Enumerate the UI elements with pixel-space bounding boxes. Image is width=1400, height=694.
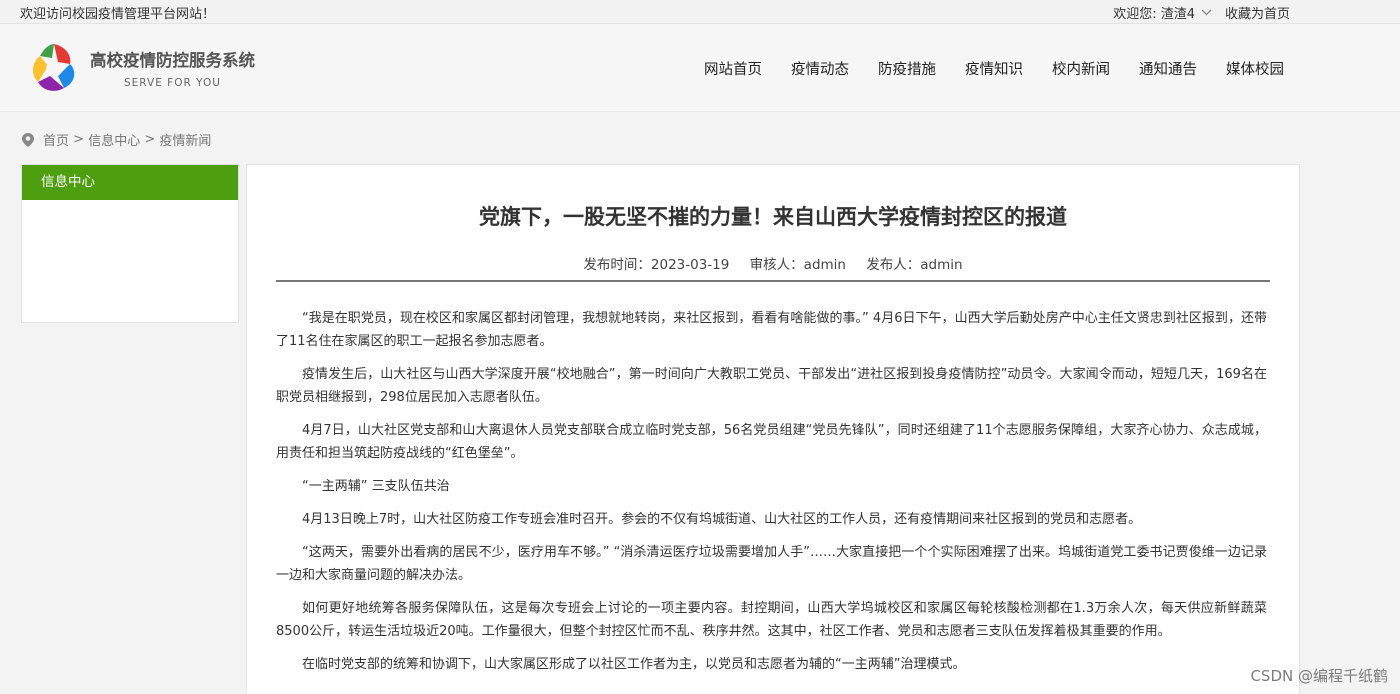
article-paragraph: “一主两辅” 三支队伍共治 (302, 479, 450, 494)
watermark: CSDN @编程千纸鹤 (1250, 667, 1388, 685)
nav-notices[interactable]: 通知通告 (1139, 58, 1197, 79)
article-paragraph: 4月13日晚上7时，山大社区防疫工作专班会准时召开。参会的不仅有坞城街道、山大社… (302, 512, 1142, 527)
breadcrumb: 首页 > 信息中心 > 疫情新闻 (22, 130, 211, 149)
article-meta: 发布时间：2023-03-19 审核人：admin 发布人：admin (247, 253, 1299, 273)
article-paragraph: 疫情发生后，山大社区与山西大学深度开展“校地融合”，第一时间向广大教职工党员、干… (276, 367, 1267, 405)
nav-media[interactable]: 媒体校园 (1226, 58, 1284, 79)
reviewer: 审核人：admin (749, 257, 846, 273)
chevron-down-icon[interactable] (1201, 6, 1215, 19)
site-subtitle: SERVE FOR YOU (124, 77, 221, 89)
welcome-text: 欢迎访问校园疫情管理平台网站！ (20, 7, 216, 22)
location-pin-icon (22, 132, 34, 147)
title-divider (276, 280, 1270, 282)
article-body: “我是在职党员，现在校区和家属区都封闭管理，我想就地转岗，来社区报到，看看有啥能… (247, 307, 1299, 676)
article-paragraph: “我是在职党员，现在校区和家属区都封闭管理，我想就地转岗，来社区报到，看看有啥能… (276, 311, 1267, 349)
top-bar: 欢迎访问校园疫情管理平台网站！ 欢迎您: 渣渣4 收藏为首页 (0, 0, 1400, 24)
set-homepage-link[interactable]: 收藏为首页 (1225, 3, 1290, 22)
publisher: 发布人：admin (866, 257, 963, 273)
logo-icon (32, 44, 75, 91)
site-title: 高校疫情防控服务系统 (90, 51, 255, 70)
nav-epidemic-news[interactable]: 疫情动态 (791, 58, 849, 79)
nav-campus-news[interactable]: 校内新闻 (1052, 58, 1110, 79)
user-menu[interactable]: 欢迎您: 渣渣4 (1113, 3, 1195, 22)
sidebar-heading[interactable]: 信息中心 (22, 165, 238, 200)
nav-home[interactable]: 网站首页 (704, 58, 762, 79)
article-paragraph: 如何更好地统筹各服务保障队伍，这是每次专班会上讨论的一项主要内容。封控期间，山西… (276, 601, 1267, 639)
article-panel: 党旗下，一股无坚不摧的力量！来自山西大学疫情封控区的报道 发布时间：2023-0… (246, 164, 1300, 694)
article-title: 党旗下，一股无坚不摧的力量！来自山西大学疫情封控区的报道 (479, 205, 1067, 229)
sidebar: 信息中心 (21, 164, 239, 323)
site-header: 高校疫情防控服务系统 SERVE FOR YOU 网站首页 疫情动态 防疫措施 … (0, 24, 1400, 112)
article-paragraph: 在临时党支部的统筹和协调下，山大家属区形成了以社区工作者为主，以党员和志愿者为辅… (302, 657, 966, 672)
nav-prevention[interactable]: 防疫措施 (878, 58, 936, 79)
top-bar-right: 欢迎您: 渣渣4 收藏为首页 (1113, 3, 1290, 22)
breadcrumb-separator: > (140, 132, 160, 147)
article-paragraph: “这两天，需要外出看病的居民不少，医疗用车不够。” “消杀清运医疗垃圾需要增加人… (276, 545, 1267, 583)
publish-time: 发布时间：2023-03-19 (583, 257, 730, 273)
nav-knowledge[interactable]: 疫情知识 (965, 58, 1023, 79)
article-paragraph: 4月7日，山大社区党支部和山大离退休人员党支部联合成立临时党支部，56名党员组建… (276, 423, 1267, 461)
breadcrumb-home[interactable]: 首页 (43, 130, 69, 149)
breadcrumb-section[interactable]: 信息中心 (88, 130, 140, 149)
site-logo[interactable]: 高校疫情防控服务系统 SERVE FOR YOU (26, 40, 255, 96)
breadcrumb-separator: > (69, 132, 89, 147)
main-nav: 网站首页 疫情动态 防疫措施 疫情知识 校内新闻 通知通告 媒体校园 (675, 58, 1284, 79)
breadcrumb-current[interactable]: 疫情新闻 (159, 130, 211, 149)
